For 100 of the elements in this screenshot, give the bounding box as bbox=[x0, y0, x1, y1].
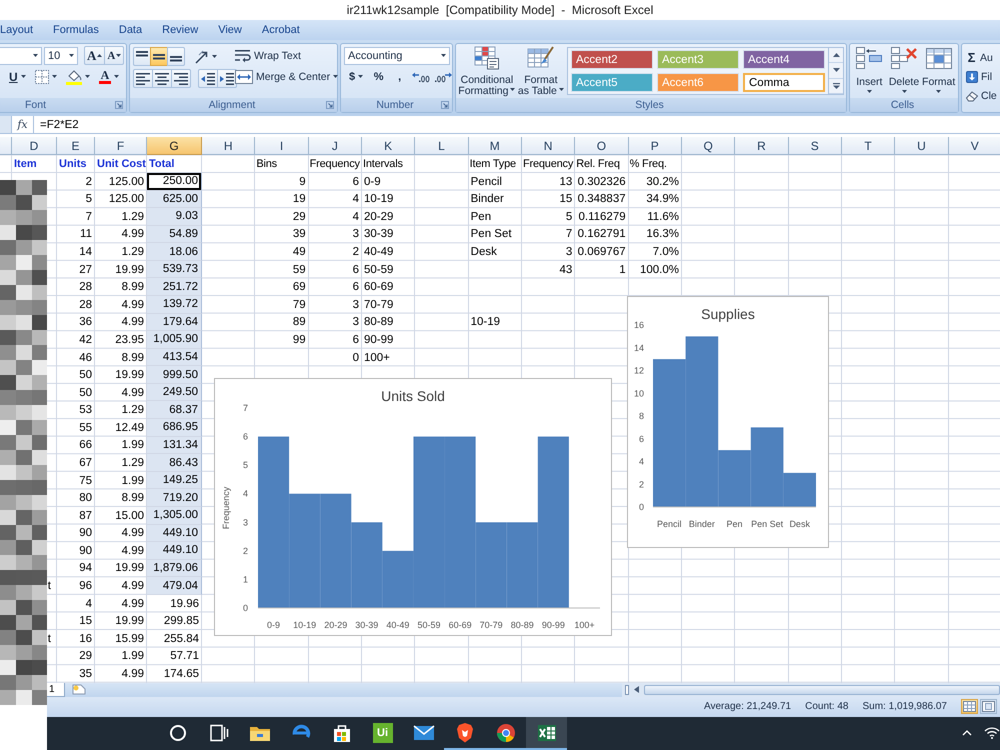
category-label: 90-99 bbox=[542, 620, 565, 630]
comma-style-button[interactable]: , bbox=[391, 68, 408, 85]
column-header[interactable]: V bbox=[948, 137, 1000, 156]
cells-arrow-icon bbox=[855, 46, 884, 70]
caret-icon bbox=[902, 90, 906, 93]
increase-indent-button[interactable] bbox=[217, 69, 237, 88]
currency-button[interactable]: $ bbox=[346, 68, 366, 85]
align-center-icon bbox=[155, 72, 169, 84]
decrease-indent-button[interactable] bbox=[198, 69, 218, 88]
frequency-value: 13 bbox=[560, 176, 572, 188]
unit-cost-value: 1.29 bbox=[122, 457, 144, 469]
autosum-button[interactable]: Σ Au bbox=[966, 49, 1000, 66]
diagonal-arrow-icon bbox=[195, 50, 209, 64]
column-title: Frequency bbox=[522, 158, 574, 170]
column-header[interactable]: Q bbox=[682, 137, 736, 156]
format-button[interactable]: Format bbox=[921, 45, 956, 93]
column-header[interactable]: E bbox=[57, 137, 95, 156]
column-header[interactable]: G bbox=[147, 137, 202, 156]
units-value: 94 bbox=[79, 562, 92, 574]
ribbon-tab[interactable]: View bbox=[208, 20, 252, 40]
total-value: 449.10 bbox=[147, 542, 202, 560]
category-label: Binder bbox=[688, 519, 715, 529]
font-name-field[interactable] bbox=[0, 46, 42, 64]
column-header[interactable]: O bbox=[575, 137, 629, 156]
horizontal-scrollbar[interactable] bbox=[622, 682, 1000, 697]
insert-function-button[interactable]: fx bbox=[12, 116, 34, 133]
align-center-button[interactable] bbox=[152, 69, 172, 88]
column-header[interactable]: K bbox=[362, 137, 416, 156]
ribbon-tab[interactable]: Acrobat bbox=[252, 20, 310, 40]
total-value: 1,005.90 bbox=[147, 331, 202, 349]
bin-value: 59 bbox=[292, 264, 306, 276]
underline-button[interactable]: U bbox=[6, 68, 29, 85]
units-value: 75 bbox=[79, 474, 92, 487]
cell-style-option[interactable]: Accent4 bbox=[743, 50, 825, 69]
format-as-table-button[interactable]: Format as Table bbox=[518, 45, 564, 97]
column-header[interactable]: P bbox=[628, 137, 682, 156]
unit-cost-value: 4.99 bbox=[122, 598, 144, 610]
column-header[interactable]: S bbox=[788, 137, 842, 156]
clear-button[interactable]: Cle bbox=[966, 87, 1000, 104]
unit-cost-value: 4.99 bbox=[122, 668, 144, 680]
column-header[interactable]: F bbox=[95, 137, 147, 156]
total-value: 1,879.06 bbox=[147, 560, 202, 578]
units-value: 11 bbox=[80, 228, 92, 240]
group-label: Number bbox=[376, 99, 414, 111]
align-left-button[interactable] bbox=[133, 69, 153, 88]
ribbon-tab[interactable]: Formulas bbox=[43, 20, 109, 40]
insert-button[interactable]: Insert bbox=[852, 45, 887, 93]
unit-cost-value: 1.99 bbox=[122, 474, 144, 487]
align-middle-button[interactable] bbox=[150, 47, 168, 66]
align-right-button[interactable] bbox=[171, 69, 191, 88]
scrollbar-thumb[interactable] bbox=[644, 684, 1000, 695]
normal-view-button[interactable] bbox=[961, 699, 978, 714]
bin-value: 9 bbox=[299, 176, 306, 188]
unit-cost-value: 4.99 bbox=[122, 580, 144, 592]
column-header[interactable]: N bbox=[522, 137, 576, 156]
align-right-icon bbox=[174, 72, 188, 84]
total-value: 251.72 bbox=[147, 278, 202, 296]
caret-icon bbox=[510, 88, 516, 90]
taskbar-button[interactable] bbox=[526, 716, 567, 750]
frequency-value: 3 bbox=[352, 298, 359, 311]
ribbon-tab[interactable]: Layout bbox=[0, 20, 44, 40]
font-color-button[interactable]: A bbox=[96, 68, 122, 85]
conditional-formatting-button[interactable]: Conditional Formatting bbox=[458, 45, 516, 97]
ribbon-tab[interactable]: Data bbox=[108, 20, 152, 40]
grow-font-button[interactable]: A bbox=[84, 46, 106, 65]
column-header[interactable]: I bbox=[255, 137, 309, 156]
column-header[interactable]: H bbox=[202, 137, 256, 156]
fill-button[interactable]: Fil bbox=[966, 68, 1000, 85]
column-header[interactable]: R bbox=[735, 137, 789, 156]
item-type-label: Binder bbox=[470, 193, 504, 206]
column-header[interactable]: T bbox=[842, 137, 896, 156]
align-top-button[interactable] bbox=[133, 47, 151, 66]
total-value: 479.04 bbox=[147, 577, 202, 595]
column-header[interactable]: U bbox=[895, 137, 949, 156]
number-format-dropdown[interactable]: Accounting bbox=[344, 46, 450, 64]
column-header[interactable]: L bbox=[415, 137, 469, 156]
column-header[interactable]: D bbox=[12, 137, 57, 156]
column-header[interactable]: J bbox=[308, 137, 362, 156]
formula-field[interactable]: =F2*E2 bbox=[34, 116, 1000, 133]
wrap-text-button[interactable]: Wrap Text bbox=[232, 47, 304, 64]
total-value: 174.65 bbox=[162, 666, 200, 682]
unit-cost-value: 125.00 bbox=[108, 193, 144, 206]
tick-label: 2 bbox=[638, 479, 644, 490]
delete-button[interactable]: Delete bbox=[886, 45, 922, 93]
merge-center-button[interactable]: Merge & Center bbox=[232, 68, 342, 85]
shrink-font-button[interactable]: A bbox=[104, 46, 124, 65]
cell-style-option[interactable]: Accent2 bbox=[571, 50, 653, 69]
cell-style-option[interactable]: Comma bbox=[743, 73, 825, 92]
page-layout-button[interactable] bbox=[980, 699, 997, 714]
interval-label: 80-89 bbox=[364, 316, 394, 328]
normal-view-icon bbox=[963, 701, 976, 712]
units-value: 42 bbox=[79, 334, 92, 346]
percent-button[interactable]: % bbox=[370, 68, 388, 85]
scroll-left-button[interactable] bbox=[632, 686, 641, 694]
unit-cost-value: 125.00 bbox=[108, 176, 144, 188]
total-value: 255.84 bbox=[162, 632, 200, 647]
font-size-field[interactable]: 10 bbox=[44, 46, 78, 64]
align-bottom-button[interactable] bbox=[167, 47, 185, 66]
column-header[interactable]: M bbox=[468, 137, 522, 156]
ribbon-tab[interactable]: Review bbox=[152, 20, 208, 40]
